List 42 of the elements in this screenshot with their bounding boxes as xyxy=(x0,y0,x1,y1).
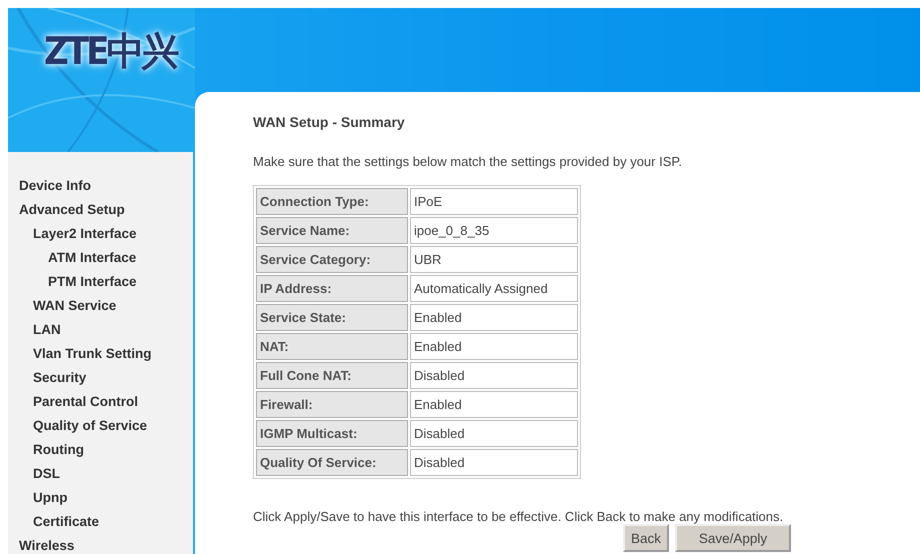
field-value: UBR xyxy=(410,246,578,273)
nav-link[interactable]: Quality of Service xyxy=(19,414,148,438)
nav-link[interactable]: Layer2 Interface xyxy=(19,222,137,246)
nav-link[interactable]: Device Info xyxy=(19,174,92,198)
save-apply-button[interactable]: Save/Apply xyxy=(675,524,792,552)
nav-link[interactable]: Wireless xyxy=(19,534,74,554)
field-label: Service Category: xyxy=(256,246,408,273)
nav-link[interactable]: WAN Service xyxy=(19,294,116,318)
field-value: Disabled xyxy=(410,420,578,447)
nav-link[interactable]: Vlan Trunk Setting xyxy=(19,342,152,366)
nav-link[interactable]: Upnp xyxy=(19,486,68,510)
field-value: Disabled xyxy=(410,449,578,476)
field-label: Quality Of Service: xyxy=(256,449,408,476)
nav-link[interactable]: Certificate xyxy=(19,510,100,534)
field-value: Disabled xyxy=(410,362,578,389)
nav-link[interactable]: Advanced Setup xyxy=(19,198,125,222)
field-value: ipoe_0_8_35 xyxy=(410,217,578,244)
nav-link[interactable]: LAN xyxy=(19,318,61,342)
back-button[interactable]: Back xyxy=(623,524,670,552)
intro-text: Make sure that the settings below match the settings provided by your ISP. xyxy=(253,154,682,169)
field-label: Service Name: xyxy=(256,217,408,244)
logo: ZTE中兴 xyxy=(44,28,176,75)
field-label: NAT: xyxy=(256,333,408,360)
field-label: IGMP Multicast: xyxy=(256,420,408,447)
field-value: Automatically Assigned xyxy=(410,275,578,302)
nav-link[interactable]: ATM Interface xyxy=(19,246,136,270)
nav-link[interactable]: PTM Interface xyxy=(19,270,137,294)
field-label: Firewall: xyxy=(256,391,408,418)
field-label: Full Cone NAT: xyxy=(256,362,408,389)
page-title: WAN Setup - Summary xyxy=(253,114,405,130)
instruction-text: Click Apply/Save to have this interface to be effective. Click Back to make any modifications. xyxy=(253,509,784,524)
nav-link[interactable]: Parental Control xyxy=(19,390,138,414)
field-value: Enabled xyxy=(410,391,578,418)
field-label: IP Address: xyxy=(256,275,408,302)
field-value: Enabled xyxy=(410,333,578,360)
nav-link[interactable]: DSL xyxy=(19,462,60,486)
field-label: Connection Type: xyxy=(256,188,408,215)
nav-link[interactable]: Security xyxy=(19,366,86,390)
nav-link[interactable]: Routing xyxy=(19,438,84,462)
field-value: IPoE xyxy=(410,188,578,215)
field-value: Enabled xyxy=(410,304,578,331)
field-label: Service State: xyxy=(256,304,408,331)
